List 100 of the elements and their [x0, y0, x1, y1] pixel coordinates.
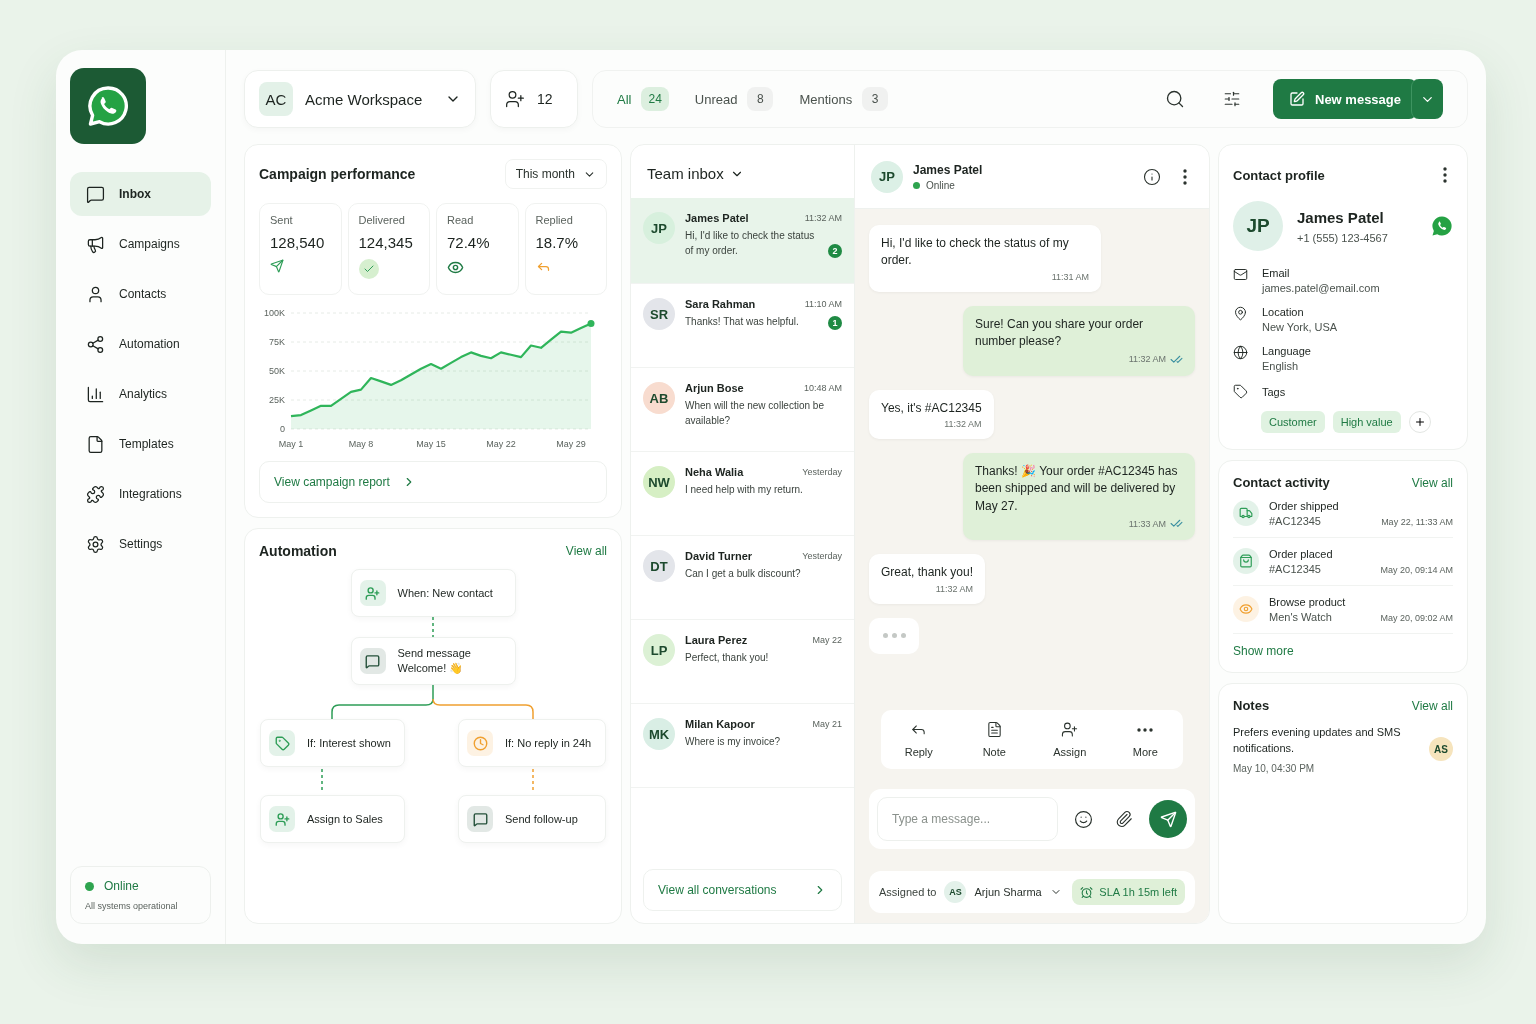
tag-icon	[1233, 384, 1248, 399]
contact-name: James Patel	[913, 162, 983, 177]
send-button[interactable]	[1149, 800, 1187, 838]
filter-tab[interactable]: Unread 8	[694, 87, 774, 111]
period-select[interactable]: This month	[504, 159, 607, 189]
message-input[interactable]: Type a message...	[877, 797, 1058, 841]
message-text: Hi, I'd like to check the status of my order.	[881, 235, 1070, 270]
nav-item[interactable]: Analytics	[70, 372, 211, 416]
assignee-select[interactable]: Arjun Sharma	[974, 886, 1062, 898]
send-icon	[1159, 810, 1177, 828]
axis-label: 0	[280, 424, 285, 434]
action-button[interactable]: Assign	[1032, 720, 1108, 759]
nav-item[interactable]: Campaigns	[70, 222, 211, 266]
field-label: Language	[1262, 345, 1311, 357]
field-label: Email	[1262, 267, 1291, 279]
nav-item[interactable]: Contacts	[70, 272, 211, 316]
message-preview: Where is my invoice?	[685, 735, 781, 749]
note-date: May 10, 04:30 PM	[1233, 762, 1316, 774]
connector-line	[432, 617, 434, 637]
info-icon	[1143, 167, 1161, 186]
nav-item[interactable]: Templates	[70, 422, 211, 466]
message-time: 11:32 AM	[1128, 354, 1166, 365]
flow-node[interactable]: If: Interest shown	[260, 719, 405, 767]
view-all-link[interactable]: View all	[1411, 475, 1453, 490]
activity-detail: Men's Watch	[1269, 611, 1333, 623]
bar-chart-icon	[86, 384, 105, 404]
puzzle-icon	[86, 484, 105, 504]
action-button[interactable]: Reply	[881, 720, 957, 759]
field-value: New York, USA	[1262, 321, 1338, 333]
whatsapp-icon[interactable]	[1431, 215, 1453, 237]
contact-avatar: JP	[643, 212, 675, 244]
conversation-item[interactable]: MK Milan Kapoor May 21 Where is my invoice?	[631, 704, 854, 788]
action-button[interactable]: More	[1107, 720, 1183, 759]
workspace-selector[interactable]: AC Acme Workspace	[244, 70, 476, 128]
conversation-item[interactable]: JP James Patel 11:32 AM Hi, I'd like to check the status of my order. 2	[631, 198, 854, 284]
assignee-avatar: AS	[944, 881, 967, 903]
filter-tab[interactable]: Mentions 3	[799, 87, 889, 111]
map-pin-icon	[1233, 306, 1248, 321]
view-all-link[interactable]: View all	[1411, 698, 1453, 713]
message-preview: Hi, I'd like to check the status of my order.	[685, 229, 816, 258]
contact-avatar: DT	[643, 550, 675, 582]
sla-text: SLA 1h 15m left	[1099, 886, 1177, 898]
stat-label: Read	[447, 214, 475, 226]
stat-value: 18.7%	[535, 234, 580, 251]
flow-node[interactable]: Assign to Sales	[260, 795, 405, 843]
field-label: Tags	[1262, 385, 1286, 398]
message-time: Yesterday	[802, 551, 842, 561]
nav-item[interactable]: Automation	[70, 322, 211, 366]
unread-badge: 1	[828, 315, 842, 330]
show-more-link[interactable]: Show more	[1233, 644, 1453, 658]
flow-node[interactable]: Send follow-up	[458, 795, 606, 843]
message-time: Yesterday	[802, 467, 842, 477]
add-tag-button[interactable]	[1408, 411, 1431, 433]
field-label: Location	[1262, 306, 1305, 318]
stat-label: Sent	[270, 214, 294, 226]
axis-label: May 15	[416, 439, 446, 449]
card-title: Contact activity	[1233, 475, 1330, 490]
view-all-link[interactable]: View all	[565, 544, 607, 558]
inbox-selector[interactable]: Team inbox	[647, 165, 724, 182]
plus-icon	[1413, 416, 1426, 428]
user-plus-icon	[1061, 721, 1079, 738]
search-icon	[1165, 89, 1185, 109]
nav-item[interactable]: Inbox	[70, 172, 211, 216]
contact-avatar: AB	[643, 382, 675, 414]
conversation-item[interactable]: LP Laura Perez May 22 Perfect, thank you!	[631, 620, 854, 704]
online-dot	[913, 181, 920, 189]
flow-node[interactable]: Send message Welcome! 👋	[350, 637, 516, 685]
message-preview: When will the new collection be available?	[685, 399, 825, 428]
conversation-item[interactable]: DT David Turner Yesterday Can I get a bulk discount?	[631, 536, 854, 620]
conversation-item[interactable]: SR Sara Rahman 11:10 AM Thanks! That was helpful. 1	[631, 284, 854, 368]
view-all-conversations-link[interactable]: View all conversations	[643, 869, 842, 911]
conversation-item[interactable]: NW Neha Walia Yesterday I need help with my return.	[631, 452, 854, 536]
alarm-clock-icon	[1080, 885, 1094, 899]
workspace-avatar: AC	[259, 82, 293, 116]
new-message-menu-button[interactable]	[1411, 79, 1443, 119]
whatsapp-logo	[86, 84, 130, 128]
message-time: 11:33 AM	[1128, 518, 1166, 529]
activity-title: Order shipped	[1269, 500, 1340, 512]
campaign-report-link[interactable]: View campaign report	[259, 461, 607, 503]
contact-name: Sara Rahman	[685, 298, 756, 310]
status-label: Online	[104, 879, 139, 893]
user-plus-icon	[505, 89, 525, 109]
members-button[interactable]: 12	[490, 70, 578, 128]
flow-node[interactable]: If: No reply in 24h	[458, 719, 606, 767]
nav-item[interactable]: Integrations	[70, 472, 211, 516]
globe-icon	[1233, 345, 1248, 360]
stat-value: 72.4%	[447, 234, 491, 251]
axis-label: May 22	[486, 439, 516, 449]
action-button[interactable]: Note	[956, 720, 1032, 759]
conversation-item[interactable]: AB Arjun Bose 10:48 AM When will the new collection be available?	[631, 368, 854, 452]
contact-avatar: NW	[643, 466, 675, 498]
vertical-dots-icon	[1443, 167, 1447, 183]
tag-chip: Customer	[1261, 411, 1325, 433]
message-time: 10:48 AM	[803, 383, 842, 393]
axis-label: May 29	[556, 439, 586, 449]
status-dot	[85, 881, 94, 891]
flow-node[interactable]: When: New contact	[350, 569, 516, 617]
activity-title: Browse product	[1269, 596, 1347, 608]
unread-badge: 2	[828, 244, 842, 258]
nav-item[interactable]: Settings	[70, 522, 211, 566]
